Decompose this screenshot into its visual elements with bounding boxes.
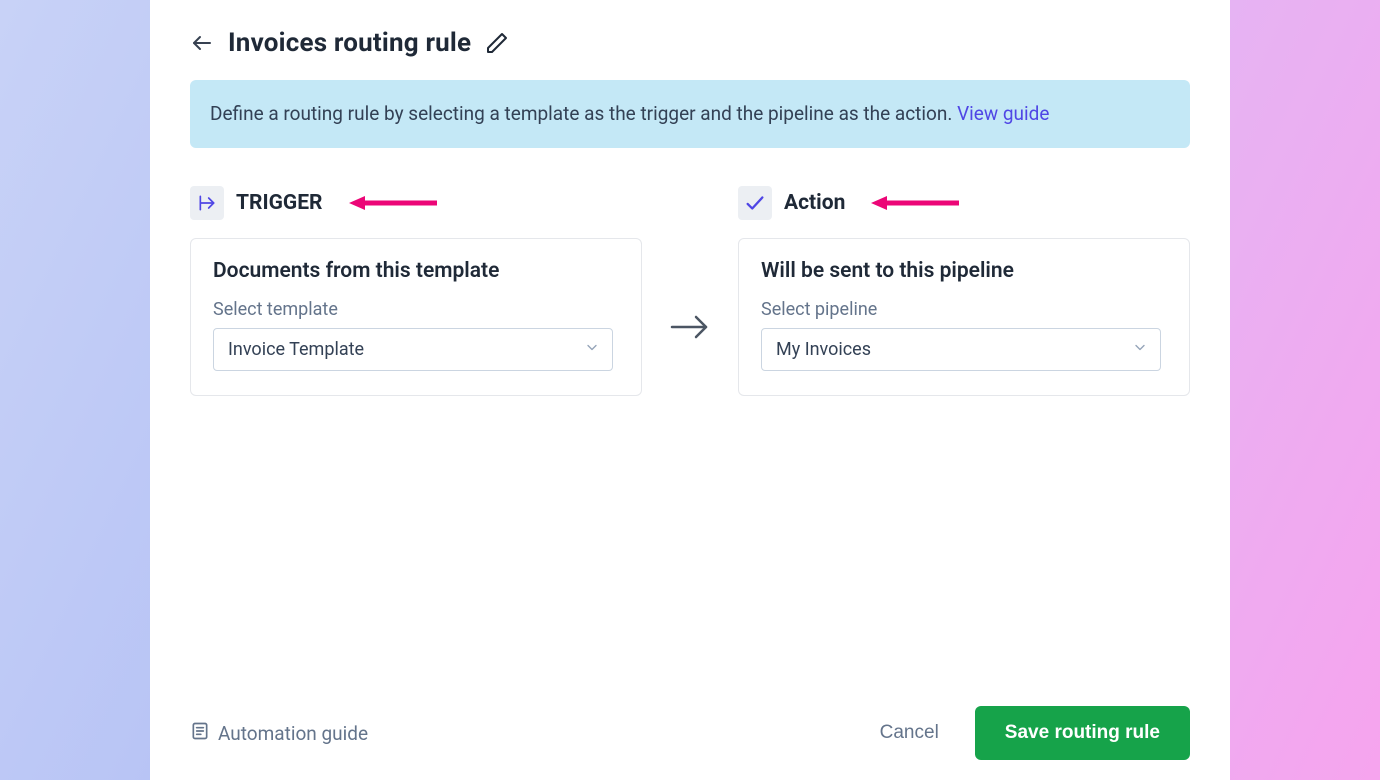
action-check-icon: [738, 186, 772, 220]
info-banner: Define a routing rule by selecting a tem…: [190, 80, 1190, 148]
info-banner-text: Define a routing rule by selecting a tem…: [210, 102, 952, 125]
action-column: Action Will be sent to this pipeline Sel…: [738, 186, 1190, 396]
flow-arrow-icon: [670, 313, 710, 341]
pipeline-select-value: My Invoices: [776, 339, 871, 360]
pipeline-select[interactable]: My Invoices: [761, 328, 1161, 371]
annotation-arrow-icon: [871, 193, 961, 213]
template-field-label: Select template: [213, 299, 619, 320]
trigger-label: TRIGGER: [236, 191, 323, 215]
chevron-down-icon: [584, 339, 600, 360]
action-header: Action: [738, 186, 1190, 220]
pipeline-field-label: Select pipeline: [761, 299, 1167, 320]
trigger-icon: [190, 186, 224, 220]
page-header: Invoices routing rule: [190, 28, 1190, 58]
page-title: Invoices routing rule: [228, 28, 471, 58]
trigger-header: TRIGGER: [190, 186, 642, 220]
footer-actions: Cancel Save routing rule: [880, 706, 1190, 760]
document-icon: [190, 721, 210, 746]
chevron-down-icon: [1132, 339, 1148, 360]
trigger-action-row: TRIGGER Documents from this template Sel…: [190, 186, 1190, 396]
view-guide-link[interactable]: View guide: [957, 102, 1049, 125]
template-select-value: Invoice Template: [228, 339, 364, 360]
main-panel: Invoices routing rule Define a routing r…: [150, 0, 1230, 780]
automation-guide-label: Automation guide: [218, 722, 368, 745]
cancel-button[interactable]: Cancel: [880, 722, 939, 744]
action-card-title: Will be sent to this pipeline: [761, 259, 1167, 283]
gradient-backdrop: Invoices routing rule Define a routing r…: [0, 0, 1380, 780]
action-card: Will be sent to this pipeline Select pip…: [738, 238, 1190, 396]
save-routing-rule-button[interactable]: Save routing rule: [975, 706, 1190, 760]
automation-guide-link[interactable]: Automation guide: [190, 721, 368, 746]
footer: Automation guide Cancel Save routing rul…: [190, 686, 1190, 760]
action-label: Action: [784, 191, 845, 215]
trigger-card: Documents from this template Select temp…: [190, 238, 642, 396]
trigger-card-title: Documents from this template: [213, 259, 619, 283]
trigger-column: TRIGGER Documents from this template Sel…: [190, 186, 642, 396]
annotation-arrow-icon: [349, 193, 439, 213]
template-select[interactable]: Invoice Template: [213, 328, 613, 371]
back-arrow-icon[interactable]: [190, 31, 214, 55]
edit-pencil-icon[interactable]: [485, 31, 509, 55]
